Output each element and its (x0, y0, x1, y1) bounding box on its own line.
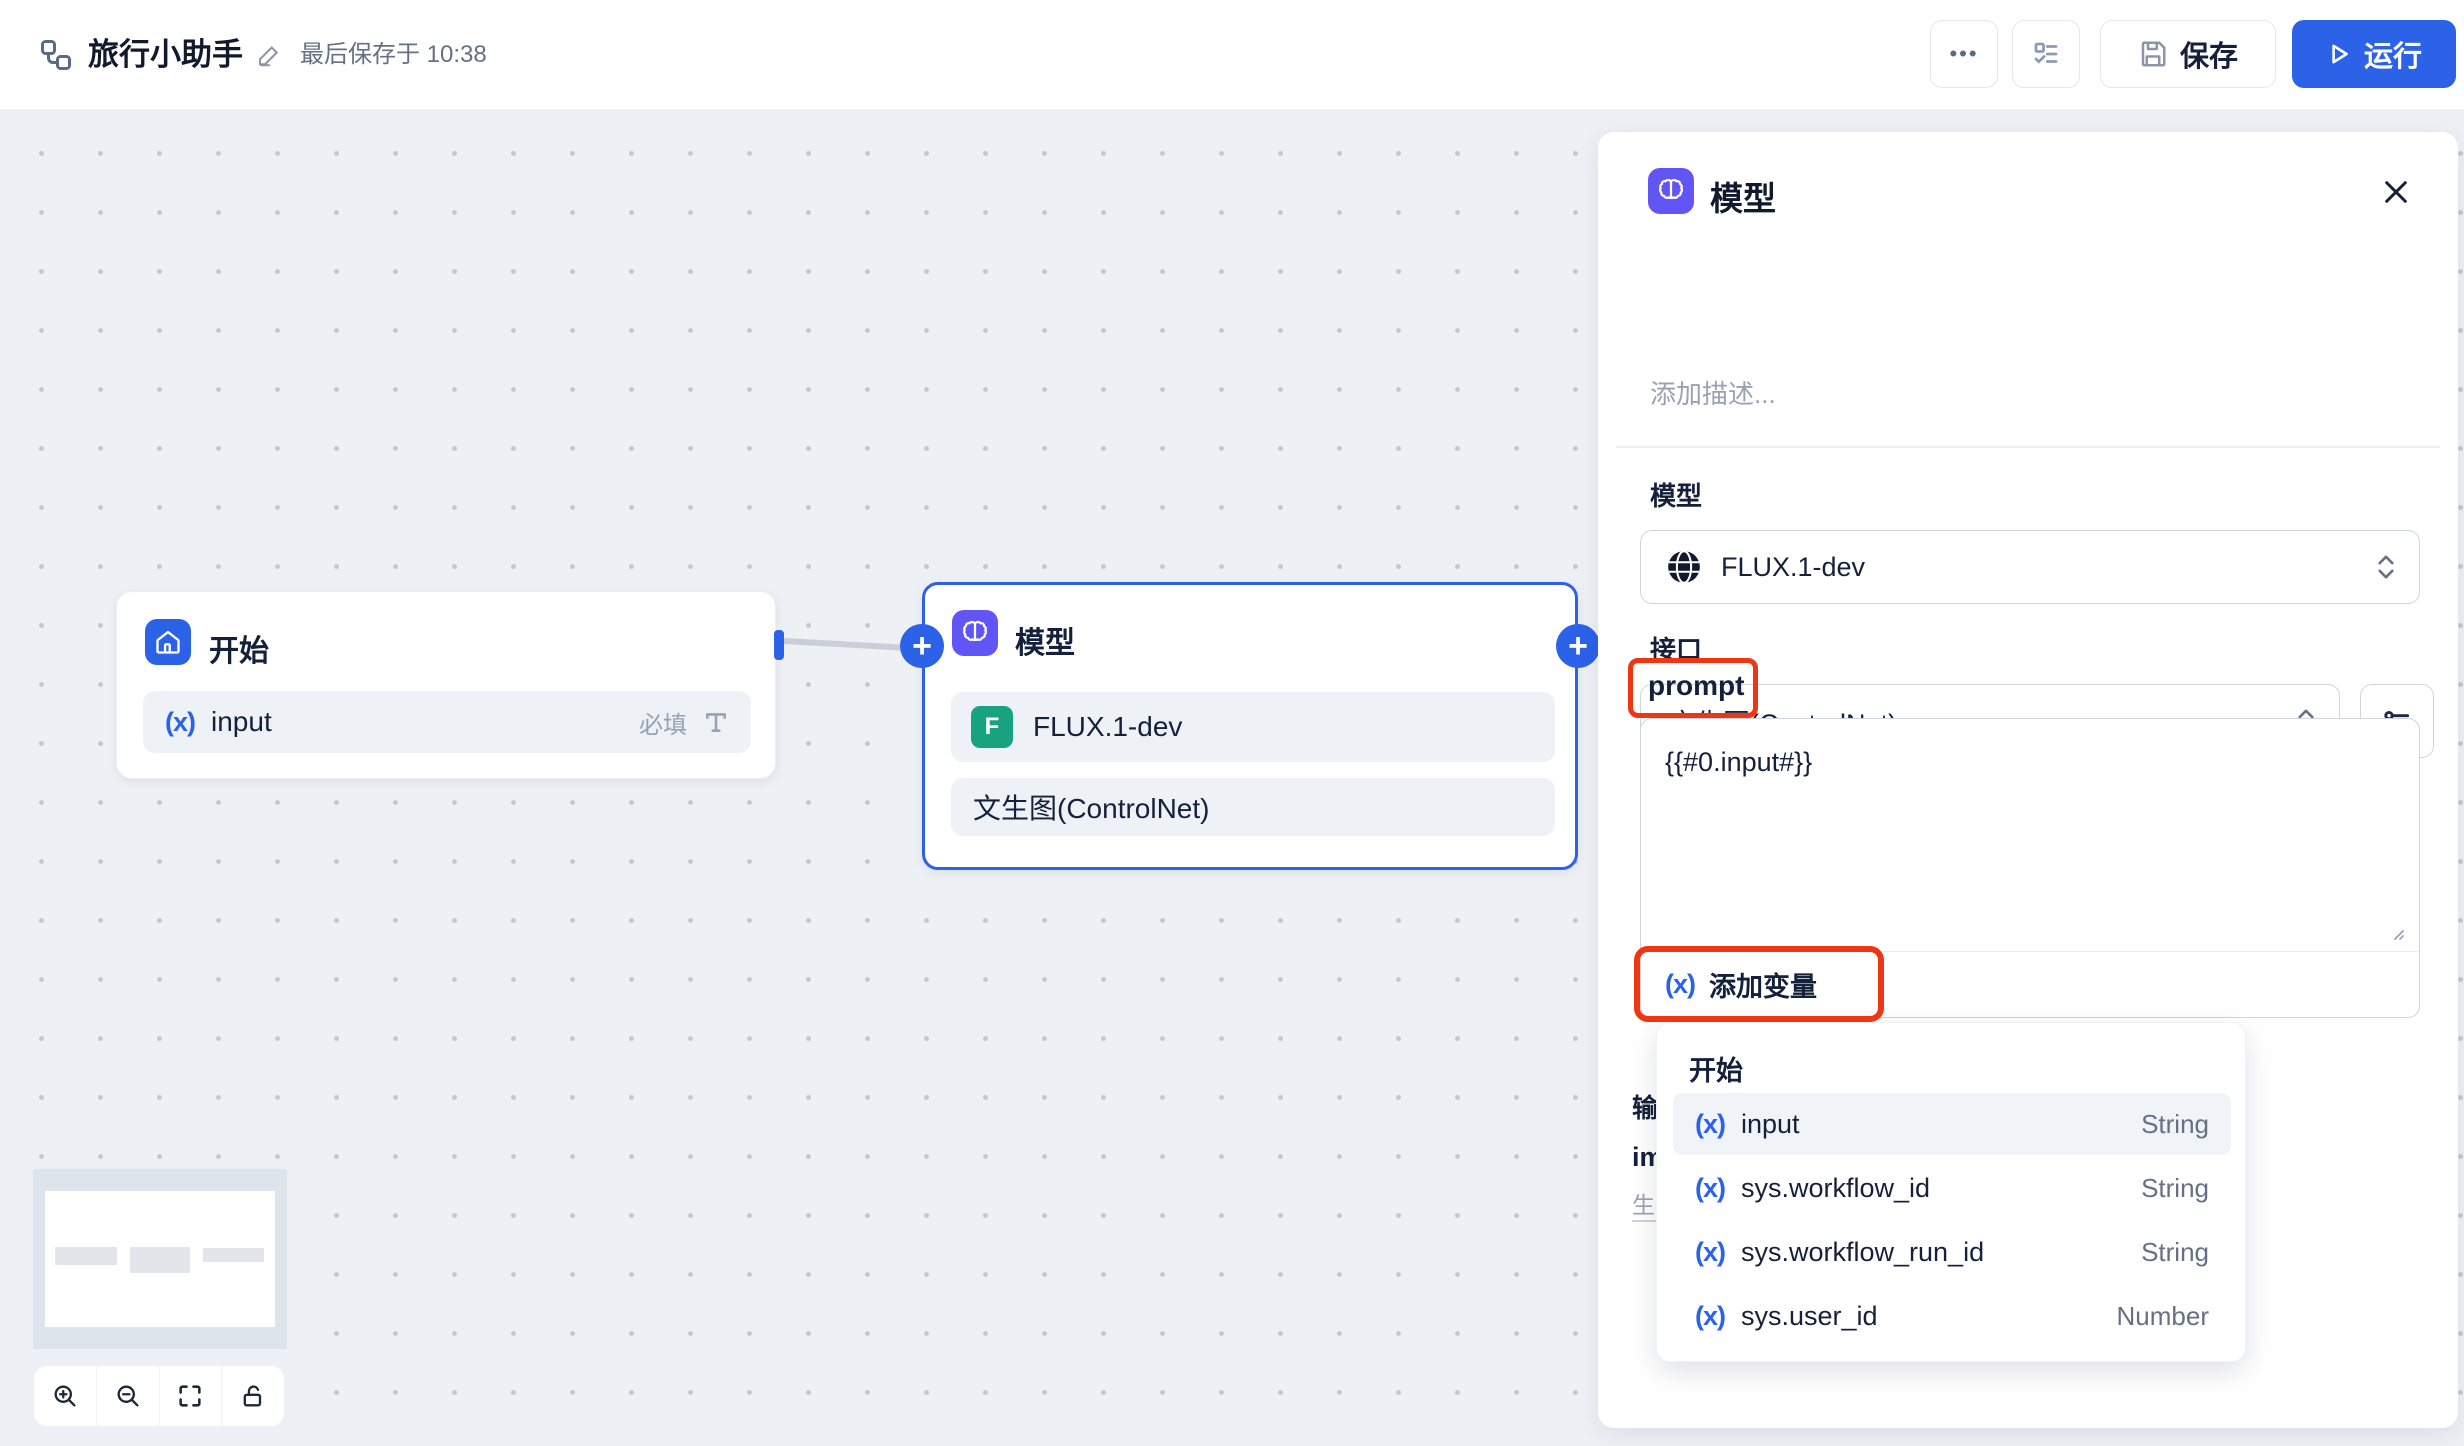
model-node-interface-name: 文生图(ControlNet) (973, 787, 1209, 827)
minimap-node (130, 1247, 190, 1273)
save-icon (2138, 39, 2168, 69)
model-section-label: 模型 (1650, 476, 1702, 513)
checklist-icon (2031, 39, 2061, 69)
edit-title-icon[interactable] (256, 42, 283, 69)
variable-group-label: 开始 (1689, 1049, 1743, 1088)
minimap-node (55, 1247, 117, 1265)
model-node[interactable]: 模型 F FLUX.1-dev 文生图(ControlNet) (922, 582, 1578, 870)
model-select-value: FLUX.1-dev (1721, 552, 1865, 583)
variable-type: String (2141, 1109, 2209, 1140)
variable-type: String (2141, 1237, 2209, 1268)
save-button[interactable]: 保存 (2100, 20, 2276, 88)
run-label: 运行 (2364, 33, 2422, 75)
variable-icon: (x) (1695, 1237, 1725, 1268)
brain-icon (1648, 168, 1694, 214)
fit-view-button[interactable] (160, 1366, 223, 1426)
model-node-interface-row[interactable]: 文生图(ControlNet) (951, 778, 1555, 836)
zoom-out-button[interactable] (97, 1366, 160, 1426)
model-node-right-plus-handle[interactable]: + (1556, 624, 1600, 668)
start-node[interactable]: 开始 (x) input 必填 (116, 591, 776, 779)
run-button[interactable]: 运行 (2292, 20, 2456, 88)
text-type-icon (703, 709, 729, 735)
variable-icon: (x) (165, 707, 195, 738)
minimap-node (203, 1248, 264, 1262)
brain-icon (952, 610, 998, 656)
panel-title: 模型 (1710, 172, 1776, 220)
zoom-in-button[interactable] (34, 1366, 97, 1426)
variable-dropdown: 开始 (x) input String (x) sys.workflow_id … (1656, 1022, 2246, 1362)
globe-icon (1665, 548, 1703, 586)
variable-icon: (x) (1695, 1173, 1725, 1204)
more-icon: ••• (1949, 41, 1978, 67)
home-icon (145, 619, 191, 665)
variable-type: String (2141, 1173, 2209, 1204)
model-node-title: 模型 (1015, 618, 1075, 662)
workflow-title: 旅行小助手 (88, 0, 243, 110)
description-input[interactable]: 添加描述... (1650, 374, 1776, 411)
start-input-name: input (211, 706, 272, 738)
variable-type: Number (2117, 1301, 2209, 1332)
more-options-button[interactable]: ••• (1930, 20, 1998, 88)
last-saved-status: 最后保存于 10:38 (300, 0, 487, 110)
prompt-field-label: prompt (1648, 670, 1744, 702)
start-node-output-handle[interactable] (774, 630, 784, 660)
flux-badge-icon: F (971, 706, 1013, 748)
variable-icon: (x) (1695, 1301, 1725, 1332)
canvas-controls (33, 1365, 285, 1427)
variable-option-sys-workflow-run-id[interactable]: (x) sys.workflow_run_id String (1673, 1221, 2231, 1283)
required-badge: 必填 (639, 705, 687, 740)
checklist-button[interactable] (2012, 20, 2080, 88)
workflow-icon (38, 37, 74, 73)
close-icon[interactable] (2380, 176, 2412, 208)
variable-icon: (x) (1695, 1109, 1725, 1140)
model-node-left-plus-handle[interactable]: + (900, 624, 944, 668)
start-node-input-row[interactable]: (x) input 必填 (143, 691, 751, 753)
variable-option-sys-user-id[interactable]: (x) sys.user_id Number (1673, 1285, 2231, 1347)
play-icon (2326, 41, 2352, 67)
annotation-box-add-variable (1634, 946, 1884, 1022)
prompt-textarea[interactable]: {{#0.input#}} (1665, 747, 1812, 778)
lock-toggle-button[interactable] (222, 1366, 284, 1426)
model-node-model-name: FLUX.1-dev (1033, 711, 1182, 743)
resize-handle-icon[interactable] (2387, 923, 2405, 941)
variable-option-input[interactable]: (x) input String (1673, 1093, 2231, 1155)
chevron-updown-icon (2375, 553, 2397, 581)
top-header: 旅行小助手 最后保存于 10:38 ••• 保存 运行 (0, 0, 2464, 110)
minimap[interactable] (33, 1169, 287, 1349)
divider (1616, 446, 2440, 448)
start-node-title: 开始 (209, 626, 269, 670)
model-node-model-row[interactable]: F FLUX.1-dev (951, 692, 1555, 762)
minimap-viewport (45, 1191, 275, 1327)
variable-option-sys-workflow-id[interactable]: (x) sys.workflow_id String (1673, 1157, 2231, 1219)
model-select[interactable]: FLUX.1-dev (1640, 530, 2420, 604)
save-label: 保存 (2180, 33, 2238, 75)
